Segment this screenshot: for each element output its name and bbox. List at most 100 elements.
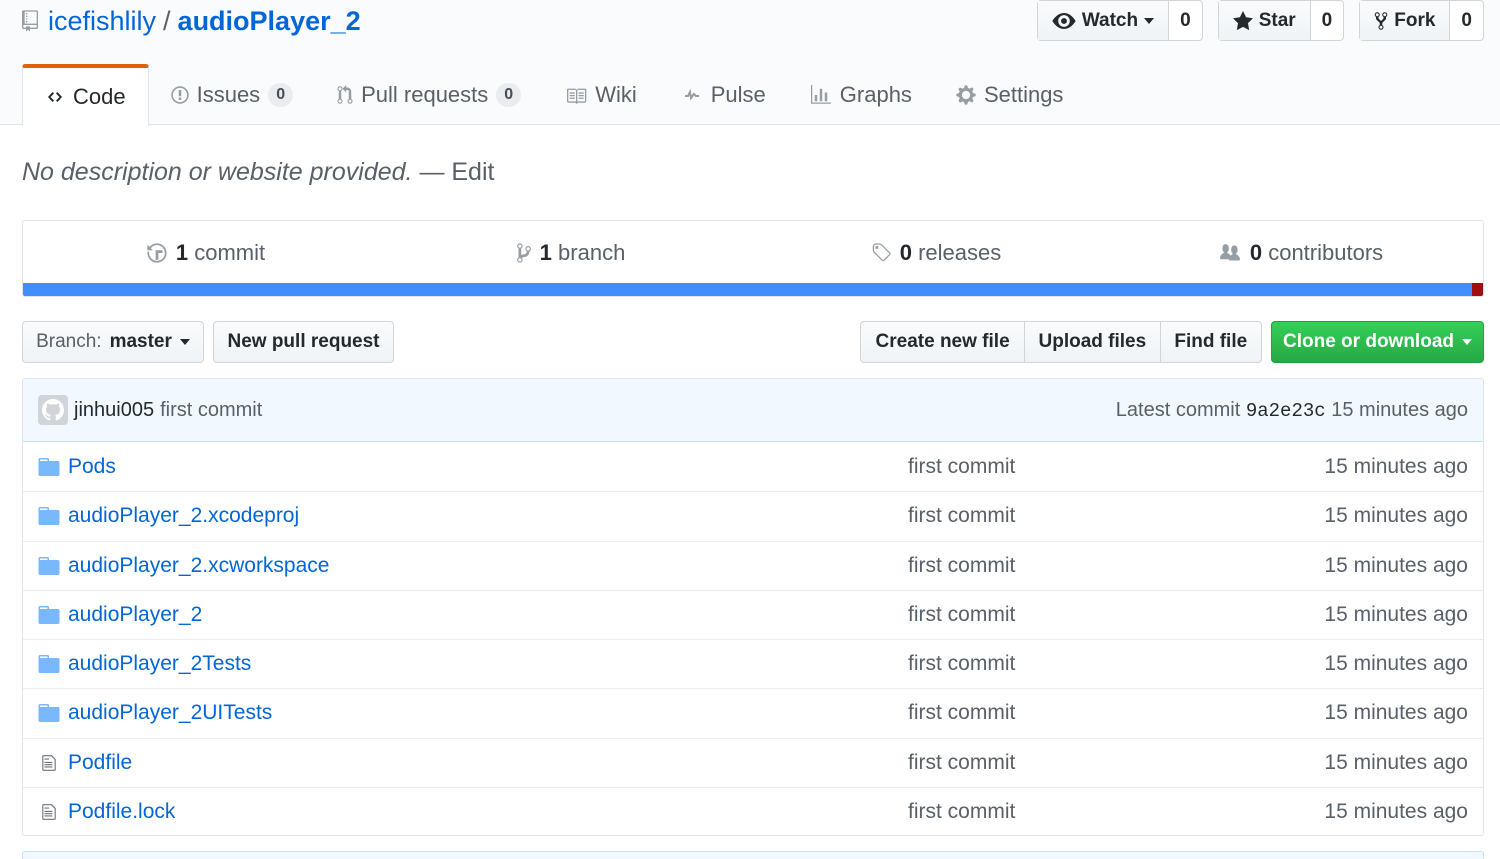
file-name-link[interactable]: audioPlayer_2Tests [68,652,908,676]
repo-title: icefishlily / audioPlayer_2 [22,4,361,38]
chevron-down-icon [1144,17,1155,24]
file-commit-message-link[interactable]: first commit [908,652,1015,676]
file-commit-message-link[interactable]: first commit [908,504,1015,528]
file-name-link[interactable]: audioPlayer_2 [68,603,908,627]
numbers-summary: 1 commit 1 branch 0 releases 0 contribut… [22,220,1484,297]
fork-count[interactable]: 0 [1450,1,1483,40]
pull-requests-counter: 0 [496,82,522,107]
releases-count: 0 [899,239,912,265]
star-group: Star 0 [1217,0,1345,41]
file-rows: Pods first commit 15 minutes ago audioPlaye… [23,442,1483,835]
issues-counter: 0 [268,82,294,107]
file-icon [42,754,56,771]
contributors-count: 0 [1249,239,1263,265]
branch-prefix: Branch: [36,331,102,352]
description-edit-link[interactable]: — Edit [419,158,494,186]
repo-actions: Watch 0 Star 0 Fork 0 [1036,0,1484,41]
table-row[interactable]: Podfile first commit 15 minutes ago [23,737,1483,787]
branch-select-button[interactable]: Branch: master [22,321,204,363]
issue-icon [170,85,189,104]
commits-stat[interactable]: 1 commit [23,240,388,266]
star-count[interactable]: 0 [1311,1,1344,40]
star-icon [1232,10,1253,30]
pull-request-icon [337,84,353,104]
branches-count: 1 [539,239,552,265]
repo-owner-link[interactable]: icefishlily [48,6,156,37]
tab-wiki[interactable]: Wiki [543,64,659,125]
find-file-button[interactable]: Find file [1161,322,1261,362]
table-row[interactable]: audioPlayer_2UITests first commit 15 minut… [23,688,1483,737]
clone-label: Clone or download [1283,331,1454,352]
fork-icon [1374,11,1388,30]
contributors-label: contributors [1268,239,1384,265]
file-age: 15 minutes ago [1324,553,1468,577]
file-name-link[interactable]: Podfile [68,751,908,775]
file-name-link[interactable]: audioPlayer_2.xcodeproj [68,504,908,528]
tab-pull-requests[interactable]: Pull requests 0 [315,64,543,125]
folder-icon [38,507,60,526]
graph-icon [810,84,831,104]
readme-box [22,851,1484,859]
clone-download-button[interactable]: Clone or download [1271,321,1484,363]
branches-label: branch [558,239,626,265]
file-name-link[interactable]: Podfile.lock [68,800,908,824]
file-age: 15 minutes ago [1324,750,1468,774]
create-new-file-button[interactable]: Create new file [861,322,1026,362]
chevron-down-icon [1462,339,1472,345]
tab-graphs[interactable]: Graphs [788,64,934,125]
tab-issues[interactable]: Issues 0 [149,64,316,125]
tab-pull-requests-label: Pull requests [361,81,489,107]
file-name-link[interactable]: audioPlayer_2UITests [68,701,908,725]
star-button[interactable]: Star [1218,1,1311,40]
commits-count: 1 [175,239,189,265]
commit-sha-link[interactable]: 9a2e23c [1246,400,1326,422]
language-bar-secondary[interactable] [1472,283,1483,296]
table-row[interactable]: audioPlayer_2.xcodeproj first commit 15 mi… [23,491,1483,540]
contributors-stat[interactable]: 0 contributors [1118,240,1483,266]
tab-code-label: Code [73,84,126,109]
tab-settings[interactable]: Settings [934,64,1086,125]
file-age: 15 minutes ago [1324,701,1468,725]
upload-files-button[interactable]: Upload files [1025,322,1161,362]
commit-author-link[interactable]: jinhui005 [74,399,154,422]
repo-separator: / [163,5,171,36]
tab-code[interactable]: Code [22,64,149,126]
history-icon [147,242,167,263]
tab-pulse[interactable]: Pulse [659,64,788,125]
commit-message-link[interactable]: first commit [160,399,262,422]
fork-button[interactable]: Fork [1360,1,1451,40]
tab-issues-label: Issues [196,81,261,107]
table-row[interactable]: audioPlayer_2 first commit 15 minutes ago [23,589,1483,639]
file-commit-message-link[interactable]: first commit [908,751,1015,775]
releases-stat[interactable]: 0 releases [753,240,1118,266]
branches-stat[interactable]: 1 branch [388,240,753,266]
repo-name-link[interactable]: audioPlayer_2 [178,6,361,37]
watch-button[interactable]: Watch [1037,1,1170,40]
folder-icon [38,457,60,476]
description-text: No description or website provided. [22,158,413,186]
repo-icon [22,10,38,32]
folder-icon [38,704,60,723]
repo-nav: Code Issues 0 Pull requests 0 Wiki Pulse… [22,64,1086,126]
file-name-link[interactable]: Pods [68,455,908,479]
file-name-link[interactable]: audioPlayer_2.xcworkspace [68,554,908,578]
language-bar[interactable] [23,283,1483,296]
table-row[interactable]: Podfile.lock first commit 15 minutes ago [23,786,1483,835]
table-row[interactable]: Pods first commit 15 minutes ago [23,442,1483,491]
folder-icon [38,605,60,624]
table-row[interactable]: audioPlayer_2Tests first commit 15 minutes… [23,639,1483,688]
tab-pulse-label: Pulse [710,81,766,107]
star-label: Star [1258,9,1296,31]
file-commit-message-link[interactable]: first commit [908,701,1015,725]
table-row[interactable]: audioPlayer_2.xcworkspace first commit 15 … [23,540,1483,590]
latest-commit-info: Latest commit 9a2e23c 15 minutes ago [1116,399,1468,422]
file-commit-message-link[interactable]: first commit [908,603,1015,627]
file-commit-message-link[interactable]: first commit [908,554,1015,578]
file-list: jinhui005 first commit Latest commit 9a2… [22,378,1484,836]
new-pull-request-button[interactable]: New pull request [213,321,394,363]
file-commit-message-link[interactable]: first commit [908,455,1015,479]
watch-count[interactable]: 0 [1169,1,1202,40]
file-commit-message-link[interactable]: first commit [908,800,1015,824]
avatar[interactable] [38,395,68,425]
commit-age: 15 minutes ago [1331,398,1468,421]
